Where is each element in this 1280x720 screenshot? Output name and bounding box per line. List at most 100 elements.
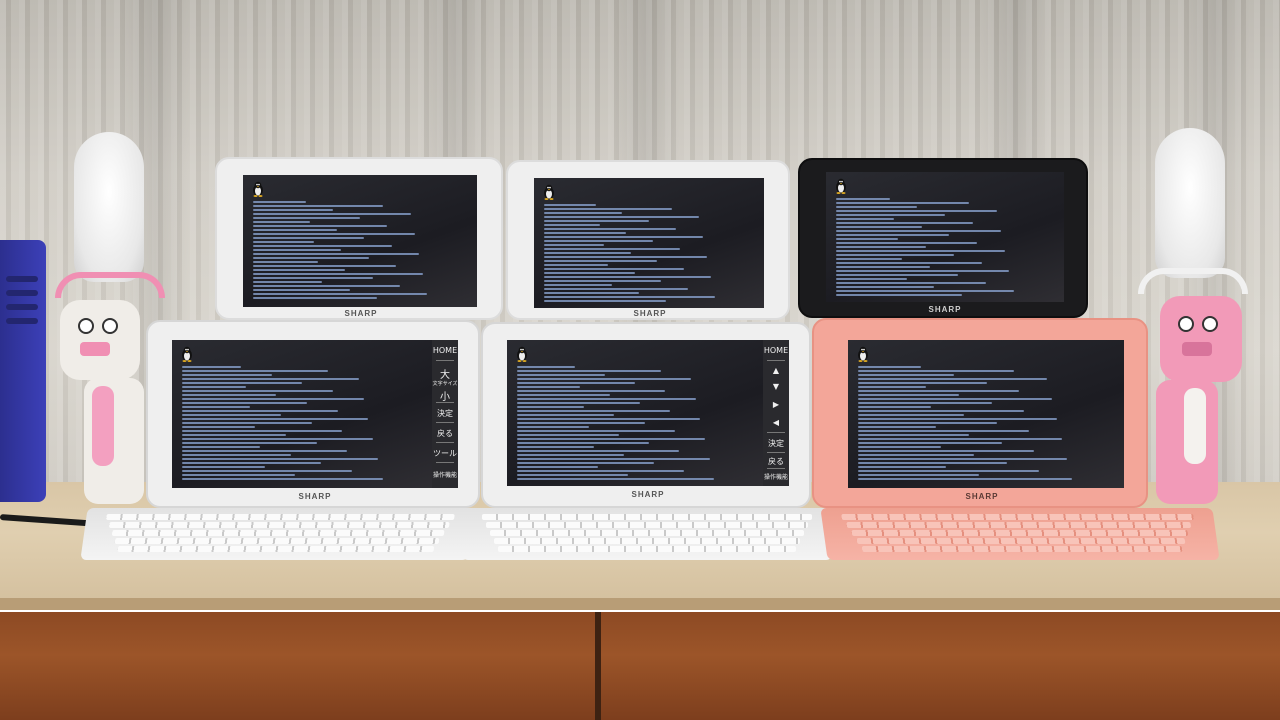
device-top-center: SHARP	[506, 160, 790, 320]
boot-log-line	[836, 254, 954, 256]
boot-log-line	[544, 216, 699, 218]
side-button-back[interactable]: 戻る	[432, 428, 458, 439]
boot-log-line	[517, 422, 645, 424]
boot-log-line	[858, 378, 1047, 380]
boot-log-line	[544, 232, 626, 234]
boot-log-line	[182, 434, 286, 436]
boot-log-line	[858, 450, 1034, 452]
boot-log-line	[182, 478, 383, 480]
mascot-handle	[92, 386, 114, 466]
key-row[interactable]	[117, 546, 435, 552]
lcd-screen	[826, 172, 1064, 302]
key-row[interactable]	[486, 522, 808, 528]
boot-log-line	[858, 466, 946, 468]
boot-log-line	[253, 265, 396, 267]
boot-log-line	[517, 462, 654, 464]
boot-log-line	[182, 370, 328, 372]
key-row[interactable]	[841, 514, 1195, 520]
boot-log-line	[858, 434, 969, 436]
boot-log-line	[517, 370, 661, 372]
key-row[interactable]	[856, 538, 1186, 544]
key-row[interactable]	[490, 530, 804, 536]
brand-label: SHARP	[928, 305, 962, 314]
boot-log-line	[858, 414, 964, 416]
speaker-grille	[6, 290, 38, 296]
side-button-home[interactable]: HOME	[432, 346, 458, 355]
key-row[interactable]	[498, 546, 796, 552]
boot-log-line	[253, 269, 345, 271]
brand-label: SHARP	[298, 492, 332, 501]
side-button-operation[interactable]: 操作機能	[763, 472, 789, 481]
boot-log-line	[858, 374, 954, 376]
speaker-grille	[6, 318, 38, 324]
boot-log-line	[836, 270, 1009, 272]
side-button-small[interactable]: 小	[432, 388, 458, 403]
boot-log-line	[836, 274, 958, 276]
boot-log-line	[253, 233, 415, 235]
mascot-eye	[102, 318, 118, 334]
key-row[interactable]	[851, 530, 1189, 536]
side-button-operation[interactable]: 操作機能	[432, 470, 458, 479]
boot-log-line	[544, 204, 596, 206]
key-row[interactable]	[494, 538, 800, 544]
boot-log-line	[836, 210, 997, 212]
boot-log-line	[858, 418, 1057, 420]
boot-log-line	[253, 277, 373, 279]
boot-log-line	[182, 446, 260, 448]
mascot-arms	[1138, 268, 1248, 294]
boot-log-line	[517, 366, 575, 368]
side-button-up[interactable]: ▲	[763, 366, 789, 375]
key-row[interactable]	[846, 522, 1192, 528]
boot-log-line	[858, 394, 959, 396]
side-divider	[436, 442, 454, 443]
boot-log-line	[544, 272, 635, 274]
boot-log-line	[836, 250, 1005, 252]
boot-log-line	[517, 394, 610, 396]
boot-log-line	[858, 370, 1014, 372]
side-button-large[interactable]: 大	[432, 366, 458, 381]
boot-log-line	[544, 224, 600, 226]
key-row[interactable]	[482, 514, 812, 520]
side-button-down[interactable]: ▼	[763, 382, 789, 391]
tux-penguin-icon	[182, 346, 192, 362]
side-button-left[interactable]: ◀	[763, 418, 789, 427]
boot-log-line	[253, 289, 350, 291]
key-row[interactable]	[108, 522, 450, 528]
boot-log-line	[253, 261, 318, 263]
key-row[interactable]	[114, 538, 440, 544]
boot-log-line	[517, 446, 594, 448]
side-button-right[interactable]: ▶	[763, 400, 789, 409]
speaker-grille	[6, 304, 38, 310]
boot-log-line	[858, 474, 979, 476]
boot-log-line	[253, 257, 369, 259]
device-bottom-left: HOME 大 文字サイズ 小 決定 戻る ツール 操作機能 SHARP	[146, 320, 480, 508]
side-label-font-size: 文字サイズ	[432, 381, 458, 387]
side-button-back[interactable]: 戻る	[763, 456, 789, 467]
boot-log-line	[544, 264, 608, 266]
boot-log-line	[253, 209, 333, 211]
boot-log-line	[858, 406, 931, 408]
boot-log-line	[517, 390, 665, 392]
side-button-enter[interactable]: 決定	[432, 408, 458, 419]
boot-log-line	[836, 218, 894, 220]
side-button-panel: HOME ▲ ▼ ▶ ◀ 決定 戻る 操作機能	[763, 340, 789, 486]
boot-log-line	[836, 246, 926, 248]
side-button-home[interactable]: HOME	[763, 346, 789, 355]
side-divider	[767, 468, 785, 469]
boot-log-line	[253, 225, 387, 227]
key-row[interactable]	[111, 530, 445, 536]
boot-log-line	[517, 454, 624, 456]
key-row[interactable]	[861, 546, 1183, 552]
side-button-tool[interactable]: ツール	[432, 448, 458, 459]
key-row[interactable]	[105, 514, 455, 520]
boot-log-line	[544, 300, 666, 302]
boot-log-line	[253, 253, 419, 255]
boot-log-line	[517, 450, 679, 452]
side-button-enter[interactable]: 決定	[763, 438, 789, 449]
boot-log-line	[517, 386, 580, 388]
boot-log-line	[836, 214, 945, 216]
boot-log-line	[182, 422, 312, 424]
side-divider	[436, 402, 454, 403]
boot-log-line	[858, 438, 1062, 440]
side-button-panel: HOME 大 文字サイズ 小 決定 戻る ツール 操作機能	[432, 340, 458, 488]
